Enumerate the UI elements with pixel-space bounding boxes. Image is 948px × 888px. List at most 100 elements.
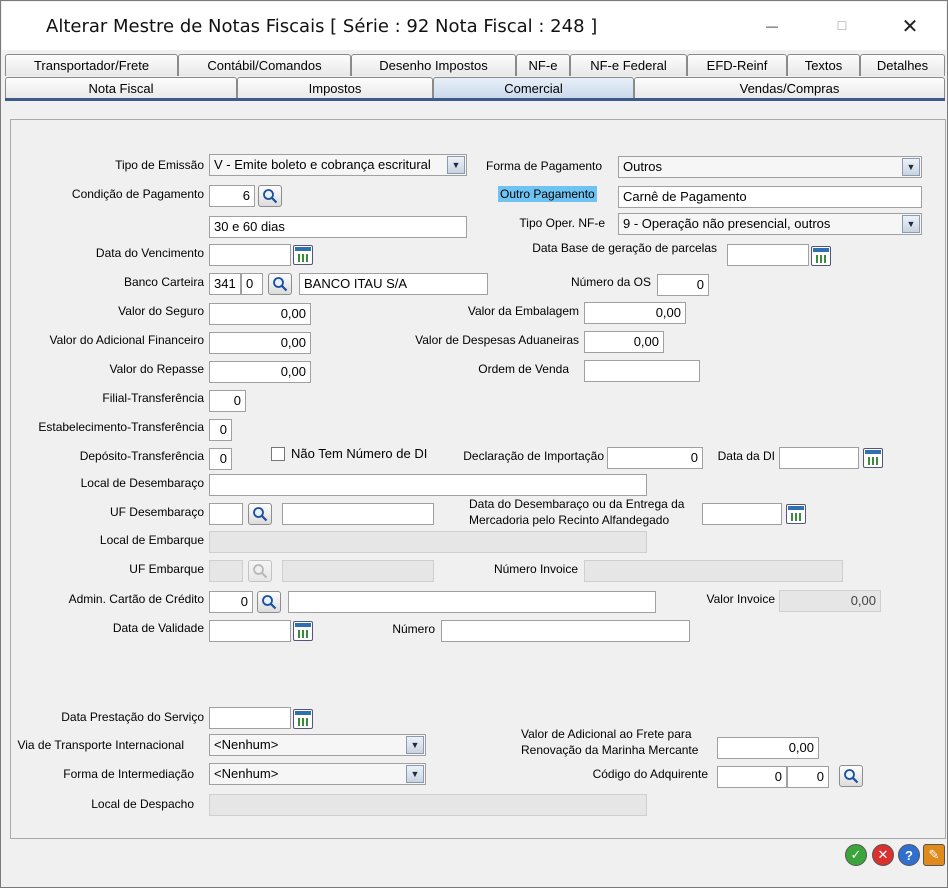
tab-row-top: Transportador/Frete Contábil/Comandos De…	[5, 54, 945, 76]
tab-row-bottom: Nota Fiscal Impostos Comercial Vendas/Co…	[5, 77, 945, 99]
local-despacho-input	[209, 794, 647, 816]
search-icon	[253, 507, 268, 522]
tipo-oper-value: 9 - Operação não presencial, outros	[623, 216, 831, 231]
valor-invoice-input: 0,00	[779, 590, 881, 612]
close-button[interactable]: ✕	[890, 12, 930, 40]
help-button[interactable]: ?	[898, 844, 920, 866]
forma-pagamento-label: Forma de Pagamento	[486, 159, 603, 173]
search-banco-button[interactable]	[268, 273, 292, 295]
valor-afrmm-label-2: Renovação da Marinha Mercante	[521, 743, 699, 757]
deposito-transf-input[interactable]: 0	[209, 448, 232, 470]
numero-invoice-label: Número Invoice	[493, 562, 578, 576]
tab-impostos[interactable]: Impostos	[237, 77, 433, 99]
tab-transportador-frete[interactable]: Transportador/Frete	[5, 54, 178, 76]
data-di-label: Data da DI	[717, 449, 775, 463]
search-condicao-button[interactable]	[258, 185, 282, 207]
data-desembaraco-input[interactable]	[702, 503, 782, 525]
search-icon	[844, 769, 859, 784]
tab-detalhes[interactable]: Detalhes	[860, 54, 945, 76]
tipo-oper-label: Tipo Oper. NF-e	[519, 216, 605, 230]
cancel-icon: ✕	[877, 847, 889, 862]
codigo-adquirente-input-1[interactable]: 0	[717, 766, 787, 788]
estab-transf-input[interactable]: 0	[209, 419, 232, 441]
admin-cartao-nome	[288, 591, 656, 613]
forma-pagamento-select[interactable]: Outros ▼	[618, 156, 922, 178]
valor-afrmm-input[interactable]: 0,00	[717, 737, 819, 759]
search-icon	[263, 189, 278, 204]
minimize-button[interactable]: —	[752, 12, 792, 40]
tools-button[interactable]: ✎	[923, 844, 945, 866]
tab-comercial[interactable]: Comercial	[433, 77, 634, 99]
valor-despesas-adu-label: Valor de Despesas Aduaneiras	[415, 333, 579, 347]
tab-nfe[interactable]: NF-e	[516, 54, 570, 76]
close-icon: ✕	[901, 15, 919, 38]
data-validade-input[interactable]	[209, 620, 291, 642]
local-desembaraco-input[interactable]	[209, 474, 647, 496]
ordem-venda-input[interactable]	[584, 360, 700, 382]
local-desembaraco-label: Local de Desembaraço	[80, 476, 204, 490]
nao-tem-di-checkbox[interactable]	[271, 447, 285, 461]
valor-seguro-input[interactable]: 0,00	[209, 303, 311, 325]
data-desembaraco-label-2: Mercadoria pelo Recinto Alfandegado	[469, 513, 670, 527]
calendar-icon[interactable]	[293, 245, 313, 265]
data-di-input[interactable]	[779, 447, 859, 469]
filial-transf-label: Filial-Transferência	[102, 391, 204, 405]
data-vencimento-label: Data do Vencimento	[95, 246, 204, 260]
tab-contabil-comandos[interactable]: Contábil/Comandos	[178, 54, 351, 76]
tab-textos[interactable]: Textos	[787, 54, 860, 76]
data-vencimento-input[interactable]	[209, 244, 291, 266]
valor-repasse-input[interactable]: 0,00	[209, 361, 311, 383]
search-uf-desembaraco-button[interactable]	[248, 503, 272, 525]
minimize-icon: —	[766, 19, 778, 33]
search-icon	[273, 277, 288, 292]
tab-efd-reinf[interactable]: EFD-Reinf	[687, 54, 787, 76]
filial-transf-input[interactable]: 0	[209, 390, 246, 412]
tipo-emissao-select[interactable]: V - Emite boleto e cobrança escritural ▼	[209, 154, 467, 176]
data-base-input[interactable]	[727, 244, 809, 266]
forma-intermediacao-select[interactable]: <Nenhum> ▼	[209, 763, 426, 785]
calendar-icon[interactable]	[786, 504, 806, 524]
tipo-oper-select[interactable]: 9 - Operação não presencial, outros ▼	[618, 213, 922, 235]
valor-embalagem-input[interactable]: 0,00	[584, 302, 686, 324]
tipo-emissao-label: Tipo de Emissão	[115, 158, 204, 172]
forma-intermediacao-label: Forma de Intermediação	[63, 767, 194, 781]
condicao-pagamento-input[interactable]: 6	[209, 185, 255, 207]
search-admin-cartao-button[interactable]	[257, 591, 281, 613]
numero-os-input[interactable]: 0	[657, 274, 709, 296]
admin-cartao-input[interactable]: 0	[209, 591, 253, 613]
tab-vendas-compras[interactable]: Vendas/Compras	[634, 77, 945, 99]
numero-input[interactable]	[441, 620, 690, 642]
ok-button[interactable]: ✓	[845, 844, 867, 866]
declaracao-importacao-input[interactable]: 0	[607, 447, 703, 469]
condicao-descricao-field: 30 e 60 dias	[209, 216, 467, 238]
nao-tem-di-label: Não Tem Número de DI	[291, 446, 428, 461]
tab-desenho-impostos[interactable]: Desenho Impostos	[351, 54, 516, 76]
via-transporte-select[interactable]: <Nenhum> ▼	[209, 734, 426, 756]
carteira-input[interactable]: 0	[241, 273, 263, 295]
valor-despesas-adu-input[interactable]: 0,00	[584, 331, 664, 353]
calendar-icon[interactable]	[293, 621, 313, 641]
calendar-icon[interactable]	[863, 448, 883, 468]
codigo-adquirente-label: Código do Adquirente	[592, 767, 708, 781]
outro-pagamento-input[interactable]: Carnê de Pagamento	[618, 186, 922, 208]
forma-pagamento-value: Outros	[623, 159, 663, 174]
chevron-down-icon: ▼	[447, 156, 465, 174]
tipo-emissao-value: V - Emite boleto e cobrança escritural	[214, 157, 431, 172]
maximize-button[interactable]: ☐	[822, 12, 862, 40]
banco-input[interactable]: 341	[209, 273, 241, 295]
data-desembaraco-label-1: Data do Desembaraço ou da Entrega da	[469, 497, 685, 511]
uf-desembaraco-nome	[282, 503, 434, 525]
codigo-adquirente-input-2[interactable]: 0	[787, 766, 829, 788]
dialog-window: Alterar Mestre de Notas Fiscais [ Série …	[0, 0, 948, 888]
calendar-icon[interactable]	[293, 709, 313, 729]
calendar-icon[interactable]	[811, 246, 831, 266]
valor-adicional-fin-input[interactable]: 0,00	[209, 332, 311, 354]
search-adquirente-button[interactable]	[839, 765, 863, 787]
uf-desembaraco-label: UF Desembaraço	[109, 505, 204, 519]
cancel-button[interactable]: ✕	[872, 844, 894, 866]
tab-nota-fiscal[interactable]: Nota Fiscal	[5, 77, 237, 99]
data-prestacao-input[interactable]	[209, 707, 291, 729]
uf-desembaraco-input[interactable]	[209, 503, 243, 525]
tab-nfe-federal[interactable]: NF-e Federal	[570, 54, 687, 76]
numero-invoice-input	[584, 560, 843, 582]
